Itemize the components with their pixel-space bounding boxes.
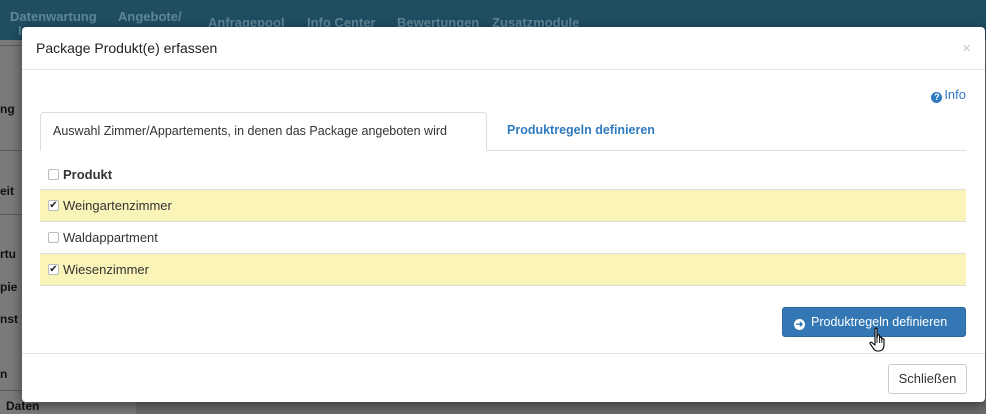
row-label: Wiesenzimmer: [63, 262, 149, 277]
row-label: Waldappartment: [63, 230, 158, 245]
arrow-circle-right-icon: ➜: [794, 319, 805, 330]
info-link[interactable]: ? Info: [931, 87, 966, 103]
modal-title: Package Produkt(e) erfassen: [36, 40, 218, 56]
sidebar-item[interactable]: rtu: [0, 247, 16, 261]
tab-bar: Auswahl Zimmer/Appartements, in denen da…: [40, 112, 966, 151]
sidebar-item[interactable]: eit: [0, 184, 14, 198]
close-icon[interactable]: ×: [962, 40, 971, 57]
sidebar-item[interactable]: nst: [0, 312, 18, 326]
tab-produktregeln[interactable]: Produktregeln definieren: [495, 112, 667, 149]
schliessen-button[interactable]: Schließen: [888, 364, 967, 394]
package-modal: Package Produkt(e) erfassen × ? Info Ausw…: [22, 27, 985, 402]
hand-cursor-icon: [869, 327, 885, 352]
row-checkbox[interactable]: ✔: [48, 264, 59, 275]
sidebar-item[interactable]: n: [0, 367, 7, 381]
table-row[interactable]: ✔ Weingartenzimmer: [40, 190, 966, 222]
footer-divider: [22, 353, 985, 354]
modal-header: Package Produkt(e) erfassen ×: [22, 27, 985, 70]
row-label: Weingartenzimmer: [63, 198, 172, 213]
question-circle-icon: ?: [931, 92, 943, 103]
row-checkbox[interactable]: ✔: [48, 200, 59, 211]
nav-item-angebote[interactable]: Angebote/: [118, 9, 182, 24]
table-row[interactable]: ✔ Wiesenzimmer: [40, 254, 966, 286]
sidebar-item[interactable]: ng: [0, 102, 15, 116]
nav-item-datenwartung[interactable]: Datenwartung: [10, 9, 97, 24]
column-header-produkt: Produkt: [63, 167, 113, 182]
sidebar-item[interactable]: pie: [0, 280, 17, 294]
tab-zimmer-auswahl[interactable]: Auswahl Zimmer/Appartements, in denen da…: [40, 112, 487, 151]
info-label: Info: [944, 87, 966, 102]
select-all-checkbox[interactable]: [48, 169, 59, 180]
table-header-row: Produkt: [40, 159, 966, 190]
table-row[interactable]: Waldappartment: [40, 222, 966, 254]
row-checkbox[interactable]: [48, 232, 59, 243]
product-table: Produkt ✔ Weingartenzimmer Waldappartmen…: [40, 159, 966, 286]
